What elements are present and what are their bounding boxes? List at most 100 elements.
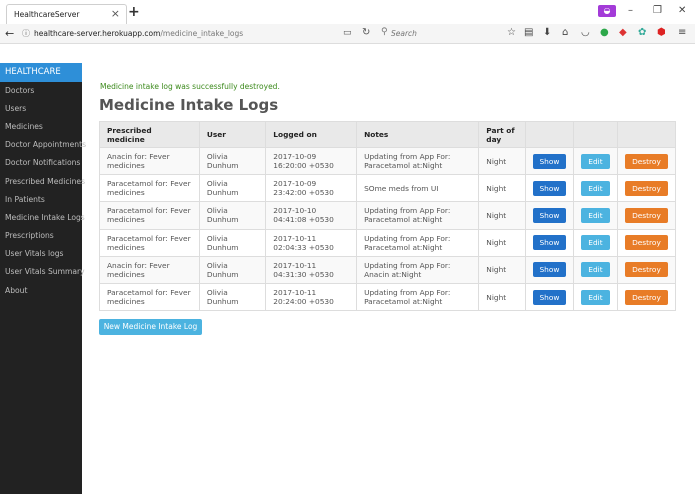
- back-arrow-icon[interactable]: ←: [5, 27, 14, 40]
- cell-prescribed-medicine: Anacin for: Fever medicines: [99, 255, 200, 284]
- medicine-intake-logs-table: Prescribed medicine User Logged on Notes…: [99, 121, 677, 312]
- cell-destroy-action: Destroy: [616, 201, 677, 230]
- cell-prescribed-medicine: Paracetamol for: Fever medicines: [99, 201, 200, 230]
- sidebar-item-medicine-intake-logs[interactable]: Medicine Intake Logs: [5, 213, 85, 222]
- show-button[interactable]: Show: [532, 153, 566, 169]
- edit-button[interactable]: Edit: [580, 289, 610, 305]
- cell-logged-on: 2017-10-09 23:42:00 +0530: [265, 174, 358, 203]
- sidebar-item-doctor-notifications[interactable]: Doctor Notifications: [5, 158, 80, 167]
- tab-title: HealthcareServer: [14, 10, 80, 19]
- sidebar-item-user-vitals-summary[interactable]: User Vitals Summary: [5, 267, 85, 276]
- reload-icon[interactable]: ↻: [362, 27, 370, 38]
- table-row: Anacin for: Fever medicines Olivia Dunhum…: [99, 146, 677, 176]
- minimize-icon[interactable]: –: [628, 5, 633, 16]
- cell-destroy-action: Destroy: [616, 255, 677, 284]
- edit-button[interactable]: Edit: [580, 207, 610, 223]
- cell-notes: SOme meds from UI: [356, 174, 480, 203]
- destroy-button[interactable]: Destroy: [624, 180, 668, 196]
- show-button[interactable]: Show: [532, 289, 566, 305]
- browser-tab[interactable]: HealthcareServer ×: [6, 4, 127, 24]
- header-notes: Notes: [356, 121, 480, 148]
- cell-show-action: Show: [524, 146, 574, 176]
- header-logged-on: Logged on: [265, 121, 358, 148]
- cell-user: Olivia Dunhum: [198, 255, 267, 284]
- cell-prescribed-medicine: Paracetamol for: Fever medicines: [99, 282, 200, 312]
- restore-icon[interactable]: ❐: [653, 5, 662, 16]
- destroy-button[interactable]: Destroy: [624, 207, 668, 223]
- sidebar-item-doctors[interactable]: Doctors: [5, 86, 34, 95]
- table-row: Paracetamol for: Fever medicines Olivia D…: [99, 228, 677, 257]
- adblock-icon[interactable]: ⬢: [657, 27, 666, 38]
- home-icon[interactable]: ⌂: [562, 27, 568, 38]
- colorful-extension-icon[interactable]: ✿: [638, 27, 646, 38]
- bookmark-star-icon[interactable]: ☆: [507, 27, 516, 38]
- destroy-button[interactable]: Destroy: [624, 235, 668, 251]
- search-input[interactable]: [391, 27, 491, 40]
- sidebar-item-user-vitals-logs[interactable]: User Vitals logs: [5, 249, 64, 258]
- cell-part-of-day: Night: [478, 146, 526, 176]
- cell-show-action: Show: [524, 174, 574, 203]
- edit-button[interactable]: Edit: [580, 235, 610, 251]
- address-bar[interactable]: healthcare-server.herokuapp.com/medicine…: [34, 29, 243, 38]
- pocket-icon[interactable]: ◡: [581, 27, 590, 38]
- table-header-row: Prescribed medicine User Logged on Notes…: [99, 121, 677, 148]
- cell-prescribed-medicine: Paracetamol for: Fever medicines: [99, 174, 200, 203]
- show-button[interactable]: Show: [532, 262, 566, 278]
- sidebar-item-about[interactable]: About: [5, 286, 27, 295]
- cell-edit-action: Edit: [572, 282, 618, 312]
- cell-edit-action: Edit: [572, 146, 618, 176]
- show-button[interactable]: Show: [532, 180, 566, 196]
- download-icon[interactable]: ⬇: [543, 27, 551, 38]
- table-row: Paracetamol for: Fever medicines Olivia D…: [99, 174, 677, 203]
- sidebar-item-medicines[interactable]: Medicines: [5, 122, 43, 131]
- browser-titlebar: HealthcareServer × + ◒ – ❐ ✕: [0, 0, 695, 24]
- sidebar-item-users[interactable]: Users: [5, 104, 26, 113]
- edit-button[interactable]: Edit: [580, 262, 610, 278]
- cell-edit-action: Edit: [572, 228, 618, 257]
- grammarly-icon[interactable]: ●: [600, 27, 609, 38]
- cell-notes: Updating from App For: Paracetamol at:Ni…: [356, 282, 480, 312]
- library-icon[interactable]: ▤: [524, 27, 533, 38]
- close-tab-icon[interactable]: ×: [111, 7, 120, 20]
- cell-notes: Updating from App For: Paracetamol at:Ni…: [356, 228, 480, 257]
- cell-destroy-action: Destroy: [616, 282, 677, 312]
- cell-part-of-day: Night: [478, 174, 526, 203]
- destroy-button[interactable]: Destroy: [624, 262, 668, 278]
- cell-user: Olivia Dunhum: [198, 282, 267, 312]
- show-button[interactable]: Show: [532, 235, 566, 251]
- new-medicine-intake-log-button[interactable]: New Medicine Intake Log: [99, 319, 202, 335]
- destroy-button[interactable]: Destroy: [624, 153, 668, 169]
- sidebar-item-prescriptions[interactable]: Prescriptions: [5, 231, 54, 240]
- brand-link[interactable]: HEALTHCARE: [0, 63, 82, 82]
- sidebar-item-prescribed-medicines[interactable]: Prescribed Medicines: [5, 177, 85, 186]
- cell-show-action: Show: [524, 201, 574, 230]
- cell-edit-action: Edit: [572, 255, 618, 284]
- page-title: Medicine Intake Logs: [99, 96, 279, 114]
- cell-prescribed-medicine: Paracetamol for: Fever medicines: [99, 228, 200, 257]
- cell-user: Olivia Dunhum: [198, 201, 267, 230]
- show-button[interactable]: Show: [532, 207, 566, 223]
- close-window-icon[interactable]: ✕: [678, 5, 686, 16]
- new-tab-icon[interactable]: +: [128, 4, 140, 20]
- sidebar-item-doctor-appointments[interactable]: Doctor Appointments: [5, 140, 86, 149]
- reader-view-icon[interactable]: ▭: [343, 28, 352, 38]
- search-box[interactable]: ⚲: [377, 26, 495, 41]
- cell-logged-on: 2017-10-11 02:04:33 +0530: [265, 228, 358, 257]
- table-row: Paracetamol for: Fever medicines Olivia D…: [99, 282, 677, 312]
- edit-button[interactable]: Edit: [580, 180, 610, 196]
- cell-user: Olivia Dunhum: [198, 174, 267, 203]
- cell-notes: Updating from App For: Anacin at:Night: [356, 255, 480, 284]
- destroy-button[interactable]: Destroy: [624, 289, 668, 305]
- cell-part-of-day: Night: [478, 282, 526, 312]
- cell-edit-action: Edit: [572, 174, 618, 203]
- menu-hamburger-icon[interactable]: ≡: [678, 27, 686, 38]
- flash-notice: Medicine intake log was successfully des…: [100, 82, 280, 91]
- cell-notes: Updating from App For: Paracetamol at:Ni…: [356, 146, 480, 176]
- cell-destroy-action: Destroy: [616, 228, 677, 257]
- cell-part-of-day: Night: [478, 255, 526, 284]
- edit-button[interactable]: Edit: [580, 153, 610, 169]
- site-info-icon[interactable]: ⓘ: [22, 28, 30, 39]
- header-prescribed-medicine: Prescribed medicine: [99, 121, 200, 148]
- shield-extension-icon[interactable]: ◆: [619, 27, 627, 38]
- sidebar-item-in-patients[interactable]: In Patients: [5, 195, 45, 204]
